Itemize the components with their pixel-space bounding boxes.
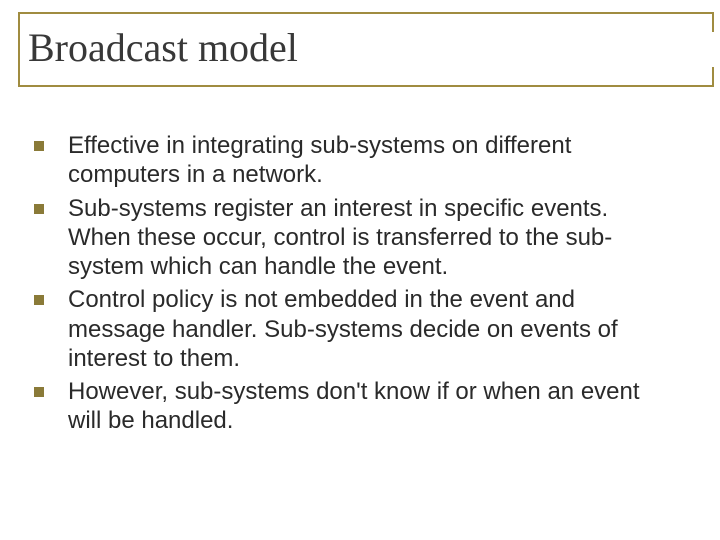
list-item: However, sub-systems don't know if or wh… xyxy=(34,377,672,436)
list-item: Sub-systems register an interest in spec… xyxy=(34,194,672,282)
bullet-square-icon xyxy=(34,387,44,397)
bullet-square-icon xyxy=(34,295,44,305)
bullet-text: However, sub-systems don't know if or wh… xyxy=(68,378,640,434)
slide: Broadcast model Effective in integrating… xyxy=(0,0,720,540)
bullet-list: Effective in integrating sub-systems on … xyxy=(18,131,702,436)
list-item: Control policy is not embedded in the ev… xyxy=(34,285,672,373)
slide-title: Broadcast model xyxy=(28,24,712,71)
title-frame: Broadcast model xyxy=(18,12,712,87)
bullet-text: Control policy is not embedded in the ev… xyxy=(68,286,618,372)
bullet-text: Effective in integrating sub-systems on … xyxy=(68,132,571,188)
bullet-square-icon xyxy=(34,141,44,151)
list-item: Effective in integrating sub-systems on … xyxy=(34,131,672,190)
bullet-square-icon xyxy=(34,204,44,214)
bullet-text: Sub-systems register an interest in spec… xyxy=(68,195,612,281)
